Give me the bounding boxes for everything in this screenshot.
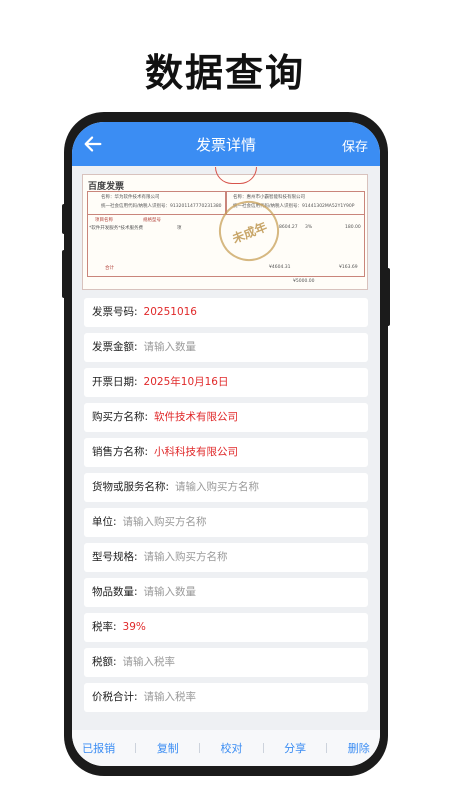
invoice-total-label: 合计 [105,266,114,271]
bottom-action-bar: 已报销 复制 校对 分享 删除 [72,730,380,766]
form-row[interactable]: 价税合计: 请输入税率 [84,683,368,712]
field-label: 型号规格: [92,551,138,563]
invoice-tax: 180.00 [345,225,361,230]
top-bar: 发票详情 保存 [72,122,380,166]
action-button[interactable]: 已报销 [82,740,115,756]
form-row[interactable]: 税额: 请输入税率 [84,648,368,677]
field-input-placeholder[interactable]: 请输入税率 [123,656,176,668]
invoice-spec-col: 规格型号 [143,218,161,223]
action-separator [135,743,137,753]
form-row[interactable]: 购买方名称: 软件技术有限公司 [84,403,368,432]
invoice-image[interactable]: 百度发票 名称：华为软件技术有限公司 统一社会信用代码/纳税人识别号：91320… [82,167,368,290]
field-input-placeholder[interactable]: 请输入购买方名称 [123,516,207,528]
field-label: 购买方名称: [92,411,149,423]
field-label: 货物或服务名称: [92,481,170,493]
phone-side-button [386,268,390,326]
field-label: 税率: [92,621,117,633]
form-row[interactable]: 单位: 请输入购买方名称 [84,508,368,537]
field-value[interactable]: 39% [123,621,146,633]
invoice-seller-name: 名称：惠州市小霸智能科技有限公司 [233,195,305,200]
action-button[interactable]: 删除 [348,740,370,756]
form-row[interactable]: 发票号码: 20251016 [84,298,368,327]
form-row[interactable]: 型号规格: 请输入购买方名称 [84,543,368,572]
field-label: 价税合计: [92,691,138,703]
phone-frame: 发票详情 保存 百度发票 名称：华为软件技术有限公司 统一社会信用代码/纳税人识… [64,112,388,776]
field-input-placeholder[interactable]: 请输入数量 [144,341,197,353]
page-headline: 数据查询 [144,51,305,95]
form-row[interactable]: 税率: 39% [84,613,368,642]
field-input-placeholder[interactable]: 请输入税率 [144,691,197,703]
phone-side-button [62,250,66,298]
field-value[interactable]: 2025年10月16日 [144,376,229,388]
action-separator [262,743,264,753]
form-row[interactable]: 货物或服务名称: 请输入购买方名称 [84,473,368,502]
field-label: 发票号码: [92,306,138,318]
field-value[interactable]: 小科科技有限公司 [154,446,238,458]
action-button[interactable]: 复制 [157,740,179,756]
action-button[interactable]: 校对 [220,740,242,756]
field-label: 销售方名称: [92,446,149,458]
invoice-item-col: 项目名称 [95,218,113,223]
field-input-placeholder[interactable]: 请输入购买方名称 [175,481,259,493]
field-list: 发票号码: 20251016 发票金额: 请输入数量 开票日期: 2025年10月16日购… [84,298,368,718]
invoice-unit: 项 [177,226,182,231]
action-button[interactable]: 分享 [284,740,306,756]
invoice-buyer-name: 名称：华为软件技术有限公司 [101,195,160,200]
invoice-amount: 8604.27 [279,225,298,230]
field-value[interactable]: 20251016 [144,306,197,318]
invoice-total-tax: ¥163.69 [339,265,358,270]
form-row[interactable]: 销售方名称: 小科科技有限公司 [84,438,368,467]
form-row[interactable]: 开票日期: 2025年10月16日 [84,368,368,397]
form-row[interactable]: 物品数量: 请输入数量 [84,578,368,607]
field-input-placeholder[interactable]: 请输入购买方名称 [144,551,228,563]
action-separator [199,743,201,753]
app-screen: 发票详情 保存 百度发票 名称：华为软件技术有限公司 统一社会信用代码/纳税人识… [72,122,380,766]
field-label: 单位: [92,516,117,528]
invoice-grand-total: ¥5000.00 [293,279,315,284]
invoice-item: *软件开发服务*技术服务费 [89,226,143,231]
field-label: 开票日期: [92,376,138,388]
field-value[interactable]: 软件技术有限公司 [154,411,238,423]
field-label: 税额: [92,656,117,668]
invoice-seal-mark [215,167,257,184]
field-label: 发票金额: [92,341,138,353]
field-input-placeholder[interactable]: 请输入数量 [144,586,197,598]
invoice-total: ¥4604.31 [269,265,291,270]
page-title: 发票详情 [195,136,256,154]
field-label: 物品数量: [92,586,138,598]
action-separator [326,743,328,753]
invoice-buyer-tax: 统一社会信用代码/纳税人识别号：913201147770231380 [101,204,222,209]
invoice-rate: 3% [305,225,313,230]
form-row[interactable]: 发票金额: 请输入数量 [84,333,368,362]
phone-side-button [62,204,66,234]
save-button[interactable]: 保存 [342,136,368,155]
